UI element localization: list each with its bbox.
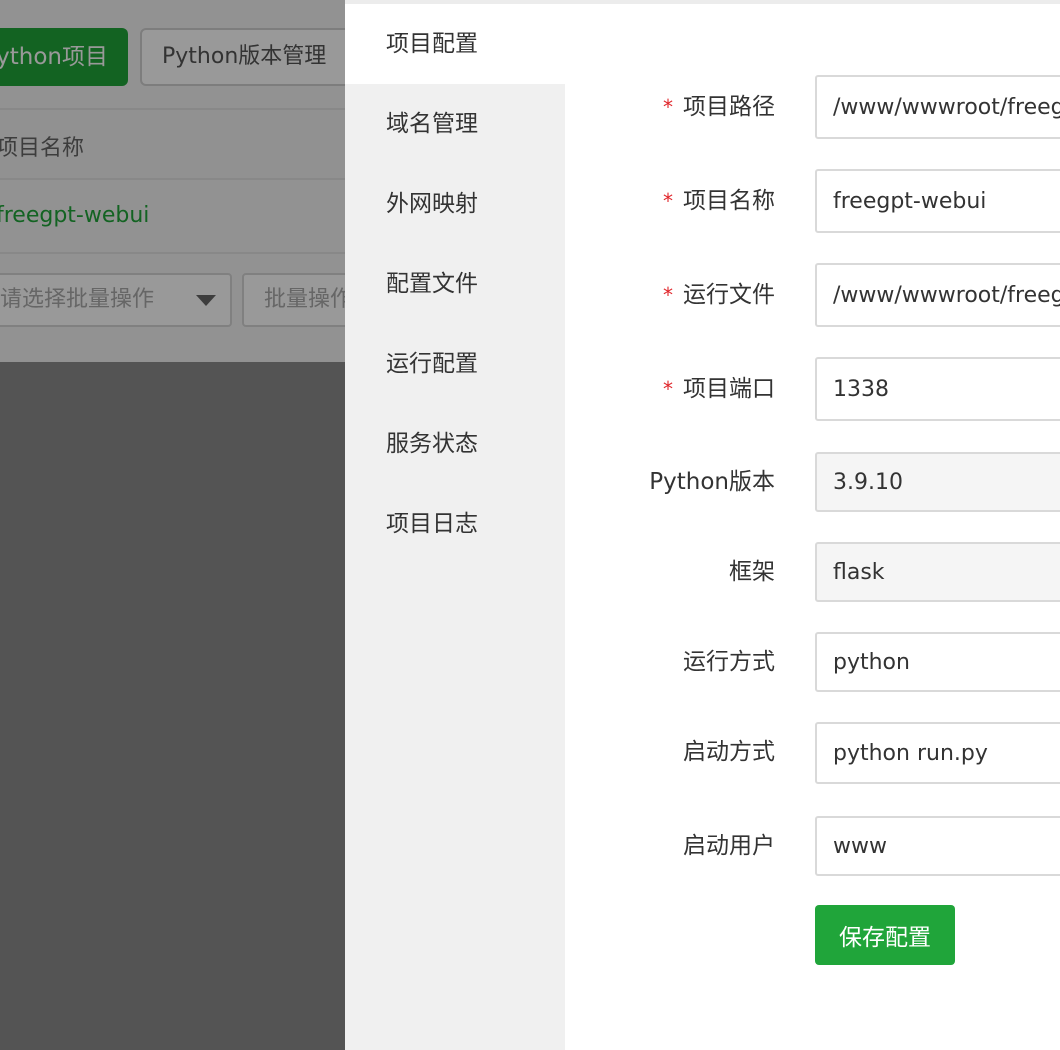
sidebar-item-config-file[interactable]: 配置文件: [345, 244, 565, 324]
form-row-run-mode: 运行方式: [565, 631, 1060, 695]
sidebar-item-project-log[interactable]: 项目日志: [345, 484, 565, 564]
project-path-input[interactable]: [815, 75, 1060, 139]
form-row-framework: 框架: [565, 541, 1060, 605]
field-label: * 项目路径: [663, 94, 775, 120]
save-config-button[interactable]: 保存配置: [815, 905, 955, 965]
sidebar-item-external-mapping[interactable]: 外网映射: [345, 164, 565, 244]
sidebar-item-project-config[interactable]: 项目配置: [345, 4, 565, 84]
form-row-project-port: * 项目端口: [565, 357, 1060, 421]
form-row-python-version: Python版本: [565, 451, 1060, 515]
project-port-input[interactable]: [815, 357, 1060, 421]
field-label: Python版本: [649, 469, 775, 495]
settings-sidebar: 项目配置 域名管理 外网映射 配置文件 运行配置 服务状态 项目日志: [345, 4, 565, 1050]
start-user-input[interactable]: [815, 816, 1060, 876]
field-label: * 项目端口: [663, 376, 775, 402]
form-row-project-name: * 项目名称: [565, 169, 1060, 233]
project-name-input[interactable]: [815, 169, 1060, 233]
run-mode-input[interactable]: [815, 632, 1060, 692]
sidebar-item-service-status[interactable]: 服务状态: [345, 404, 565, 484]
form-row-project-path: * 项目路径: [565, 75, 1060, 139]
project-settings-drawer: 项目配置 域名管理 外网映射 配置文件 运行配置 服务状态 项目日志 * 项目路径…: [345, 0, 1060, 1050]
field-label: 启动方式: [683, 739, 775, 765]
form-row-start-user: 启动用户: [565, 815, 1060, 879]
python-version-input: [815, 452, 1060, 512]
start-command-input[interactable]: [815, 722, 1060, 784]
required-mark: *: [663, 95, 673, 119]
field-label: 框架: [729, 559, 775, 585]
required-mark: *: [663, 283, 673, 307]
required-mark: *: [663, 377, 673, 401]
required-mark: *: [663, 189, 673, 213]
sidebar-item-run-config[interactable]: 运行配置: [345, 324, 565, 404]
sidebar-item-domain-manage[interactable]: 域名管理: [345, 84, 565, 164]
form-row-run-file: * 运行文件: [565, 263, 1060, 327]
run-file-input[interactable]: [815, 263, 1060, 327]
framework-input: [815, 542, 1060, 602]
field-label: * 项目名称: [663, 188, 775, 214]
field-label: 运行方式: [683, 649, 775, 675]
field-label: 启动用户: [683, 833, 775, 859]
field-label: * 运行文件: [663, 282, 775, 308]
form-row-start-command: 启动方式: [565, 721, 1060, 785]
